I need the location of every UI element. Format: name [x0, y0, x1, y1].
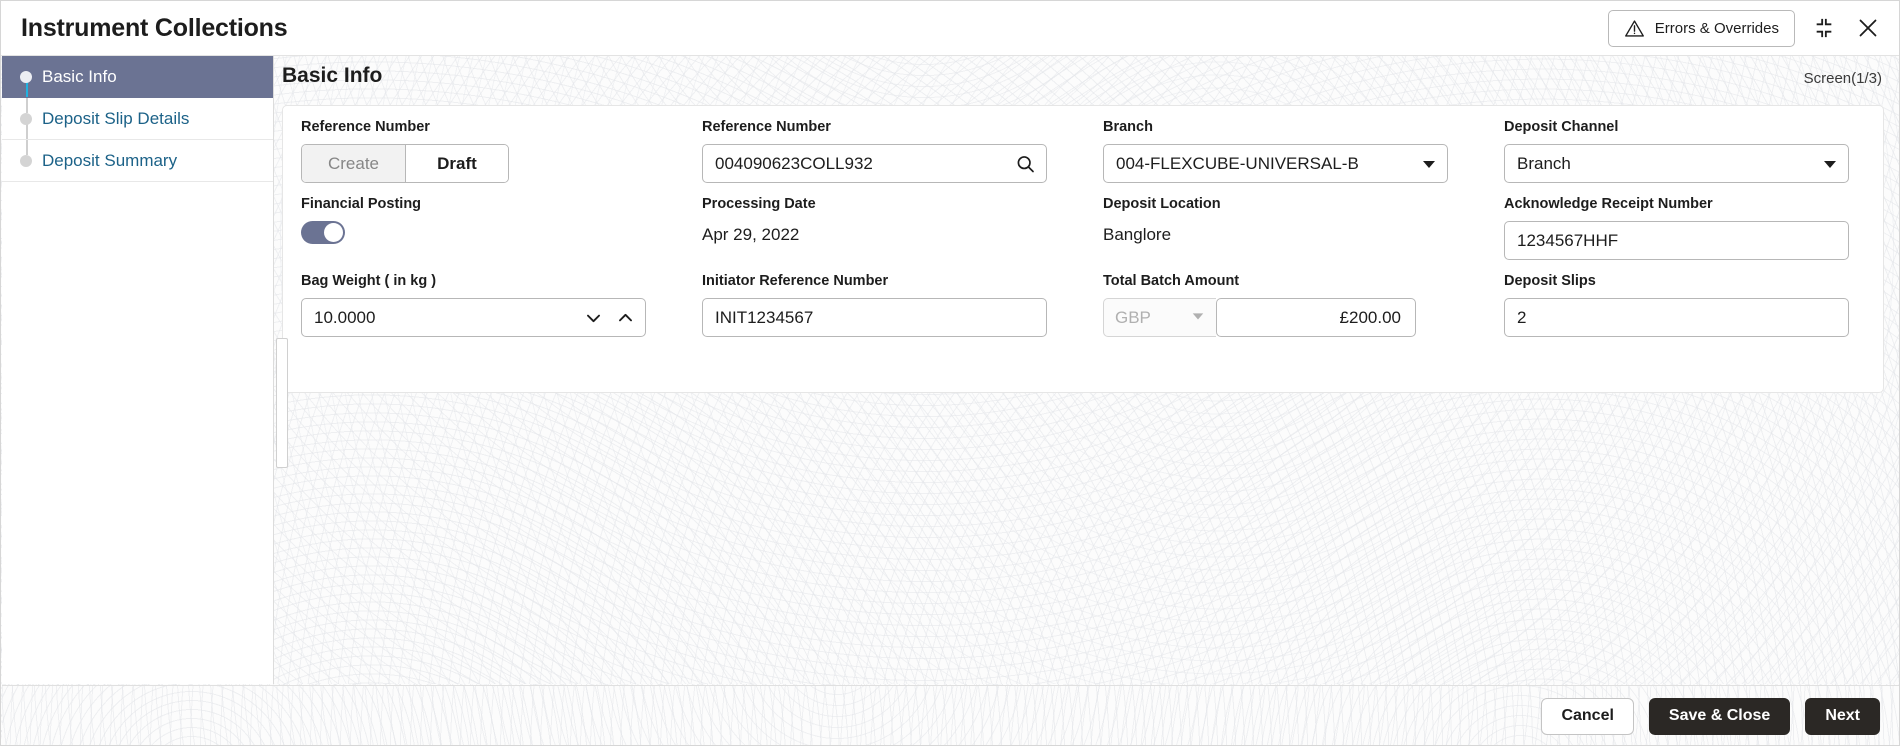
field-label: Total Batch Amount [1103, 273, 1464, 289]
total-batch-amount-input[interactable] [1216, 298, 1416, 337]
deposit-slips-input[interactable] [1504, 298, 1849, 337]
field-reference-number: Reference Number [702, 119, 1063, 196]
field-deposit-slips: Deposit Slips [1504, 273, 1865, 350]
processing-date-value: Apr 29, 2022 [702, 221, 1063, 246]
search-icon[interactable] [1015, 153, 1036, 174]
caret-down-icon [1191, 308, 1205, 328]
field-branch: Branch [1103, 119, 1464, 196]
deposit-channel-select[interactable] [1504, 144, 1849, 183]
field-label: Branch [1103, 119, 1464, 135]
scrollbar-thumb[interactable] [276, 338, 288, 468]
sidebar-item-label: Deposit Slip Details [42, 109, 189, 129]
errors-and-overrides-button[interactable]: Errors & Overrides [1608, 10, 1795, 47]
total-batch-amount-group: GBP [1103, 298, 1464, 337]
collapse-icon[interactable] [1809, 13, 1839, 43]
financial-posting-toggle[interactable] [301, 221, 345, 244]
initiator-reference-number-wrap [702, 298, 1047, 337]
field-label: Deposit Slips [1504, 273, 1865, 289]
field-label: Initiator Reference Number [702, 273, 1063, 289]
vertical-scrollbar[interactable] [276, 56, 288, 684]
cancel-button[interactable]: Cancel [1541, 698, 1633, 735]
field-label: Financial Posting [301, 196, 662, 212]
reference-number-mode-toggle[interactable]: Create Draft [301, 144, 509, 183]
window-footer: Cancel Save & Close Next [2, 685, 1900, 746]
nav-connector-line [26, 124, 28, 139]
form-grid: Reference Number Create Draft Reference … [283, 106, 1883, 392]
warning-triangle-icon [1624, 18, 1645, 39]
page-title: Instrument Collections [21, 14, 287, 43]
branch-select-wrap [1103, 144, 1448, 183]
screen-counter: Screen(1/3) [1804, 70, 1882, 87]
bag-weight-stepper-wrap [301, 298, 646, 337]
deposit-channel-select-wrap [1504, 144, 1849, 183]
segment-create[interactable]: Create [302, 145, 405, 182]
field-label: Reference Number [301, 119, 662, 135]
field-initiator-reference-number: Initiator Reference Number [702, 273, 1063, 350]
bag-weight-stepper-controls [584, 308, 635, 327]
application-window: Instrument Collections Errors & Override… [0, 0, 1900, 746]
sidebar-item-label: Basic Info [42, 67, 117, 87]
field-label: Deposit Location [1103, 196, 1464, 212]
currency-select[interactable]: GBP [1103, 298, 1216, 337]
segment-draft[interactable]: Draft [405, 145, 508, 182]
chevron-down-icon[interactable] [584, 308, 603, 327]
field-reference-number-mode: Reference Number Create Draft [301, 119, 662, 196]
nav-connector-line [26, 140, 28, 155]
errors-and-overrides-label: Errors & Overrides [1655, 20, 1779, 37]
main-content: Basic Info Screen(1/3) Reference Number … [274, 56, 1900, 684]
basic-info-form-card: Reference Number Create Draft Reference … [282, 105, 1884, 393]
field-financial-posting: Financial Posting [301, 196, 662, 273]
field-label: Bag Weight ( in kg ) [301, 273, 662, 289]
nav-connector-line [26, 98, 28, 113]
chevron-down-icon[interactable] [1421, 156, 1437, 172]
field-deposit-location: Deposit Location Banglore [1103, 196, 1464, 273]
window-header: Instrument Collections Errors & Override… [1, 1, 1900, 56]
field-label: Reference Number [702, 119, 1063, 135]
nav-step-dot [20, 113, 32, 125]
field-bag-weight: Bag Weight ( in kg ) [301, 273, 662, 350]
wizard-sidebar: Basic Info Deposit Slip Details Deposit … [2, 56, 274, 684]
reference-number-input-wrap [702, 144, 1047, 183]
field-deposit-channel: Deposit Channel [1504, 119, 1865, 196]
toggle-knob [324, 223, 343, 242]
sidebar-item-basic-info[interactable]: Basic Info [2, 56, 273, 98]
nav-step-dot [20, 155, 32, 167]
section-title: Basic Info [282, 64, 382, 88]
next-button[interactable]: Next [1805, 698, 1880, 735]
header-actions: Errors & Overrides [1608, 10, 1883, 47]
currency-value: GBP [1115, 308, 1151, 328]
close-icon[interactable] [1853, 13, 1883, 43]
initiator-reference-number-input[interactable] [702, 298, 1047, 337]
chevron-up-icon[interactable] [616, 308, 635, 327]
deposit-slips-wrap [1504, 298, 1849, 337]
reference-number-input[interactable] [702, 144, 1047, 183]
field-acknowledge-receipt-number: Acknowledge Receipt Number [1504, 196, 1865, 273]
deposit-location-value: Banglore [1103, 221, 1464, 246]
sidebar-item-label: Deposit Summary [42, 151, 177, 171]
field-label: Deposit Channel [1504, 119, 1865, 135]
field-total-batch-amount: Total Batch Amount GBP [1103, 273, 1464, 350]
acknowledge-receipt-number-input[interactable] [1504, 221, 1849, 260]
branch-select[interactable] [1103, 144, 1448, 183]
field-processing-date: Processing Date Apr 29, 2022 [702, 196, 1063, 273]
chevron-down-icon[interactable] [1822, 156, 1838, 172]
acknowledge-receipt-number-wrap [1504, 221, 1849, 260]
field-label: Processing Date [702, 196, 1063, 212]
nav-step-dot [20, 71, 32, 83]
save-and-close-button[interactable]: Save & Close [1649, 698, 1790, 735]
field-label: Acknowledge Receipt Number [1504, 196, 1865, 212]
nav-connector-line [26, 82, 28, 97]
sidebar-item-deposit-summary[interactable]: Deposit Summary [2, 140, 273, 182]
sidebar-item-deposit-slip-details[interactable]: Deposit Slip Details [2, 98, 273, 140]
